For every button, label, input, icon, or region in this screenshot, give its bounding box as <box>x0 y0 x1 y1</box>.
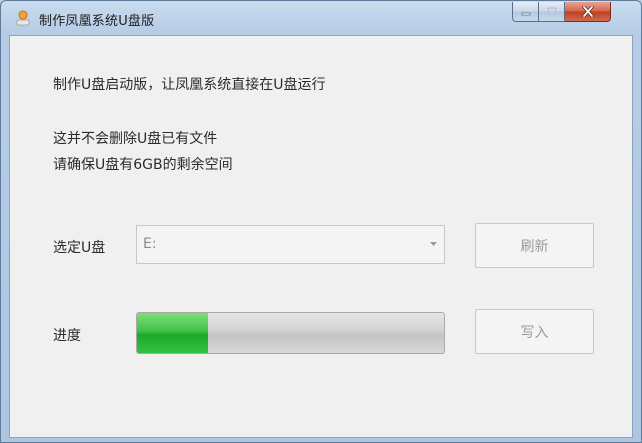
minimize-button[interactable] <box>512 2 539 22</box>
intro-text: 制作U盘启动版，让凤凰系统直接在U盘运行 <box>53 77 326 93</box>
note-line-1: 这并不会删除U盘已有文件 <box>53 131 218 147</box>
title-bar[interactable]: 制作凤凰系统U盘版 <box>1 1 641 35</box>
maximize-icon <box>546 7 557 16</box>
drive-select-value: E: <box>143 236 157 252</box>
note-line-2: 请确保U盘有6GB的剩余空间 <box>53 157 233 173</box>
window-controls <box>512 2 611 22</box>
progress-bar <box>136 312 445 354</box>
close-button[interactable] <box>565 2 611 22</box>
drive-select[interactable]: E: <box>136 225 445 264</box>
window-title: 制作凤凰系统U盘版 <box>39 14 155 29</box>
maximize-button[interactable] <box>539 2 565 22</box>
app-window: 制作凤凰系统U盘版 制作U盘启动版，让凤凰系统直接在U盘运行 这并不会删除U盘已… <box>0 0 642 443</box>
drive-label: 选定U盘 <box>53 240 106 256</box>
write-button[interactable]: 写入 <box>475 309 594 354</box>
progress-fill <box>137 313 208 353</box>
refresh-button[interactable]: 刷新 <box>475 223 594 268</box>
client-area: 制作U盘启动版，让凤凰系统直接在U盘运行 这并不会删除U盘已有文件 请确保U盘有… <box>9 35 633 438</box>
close-icon <box>581 6 594 17</box>
minimize-icon <box>521 12 530 15</box>
phoenix-app-icon <box>16 10 30 26</box>
progress-label: 进度 <box>53 328 81 344</box>
chevron-down-icon <box>430 242 437 246</box>
